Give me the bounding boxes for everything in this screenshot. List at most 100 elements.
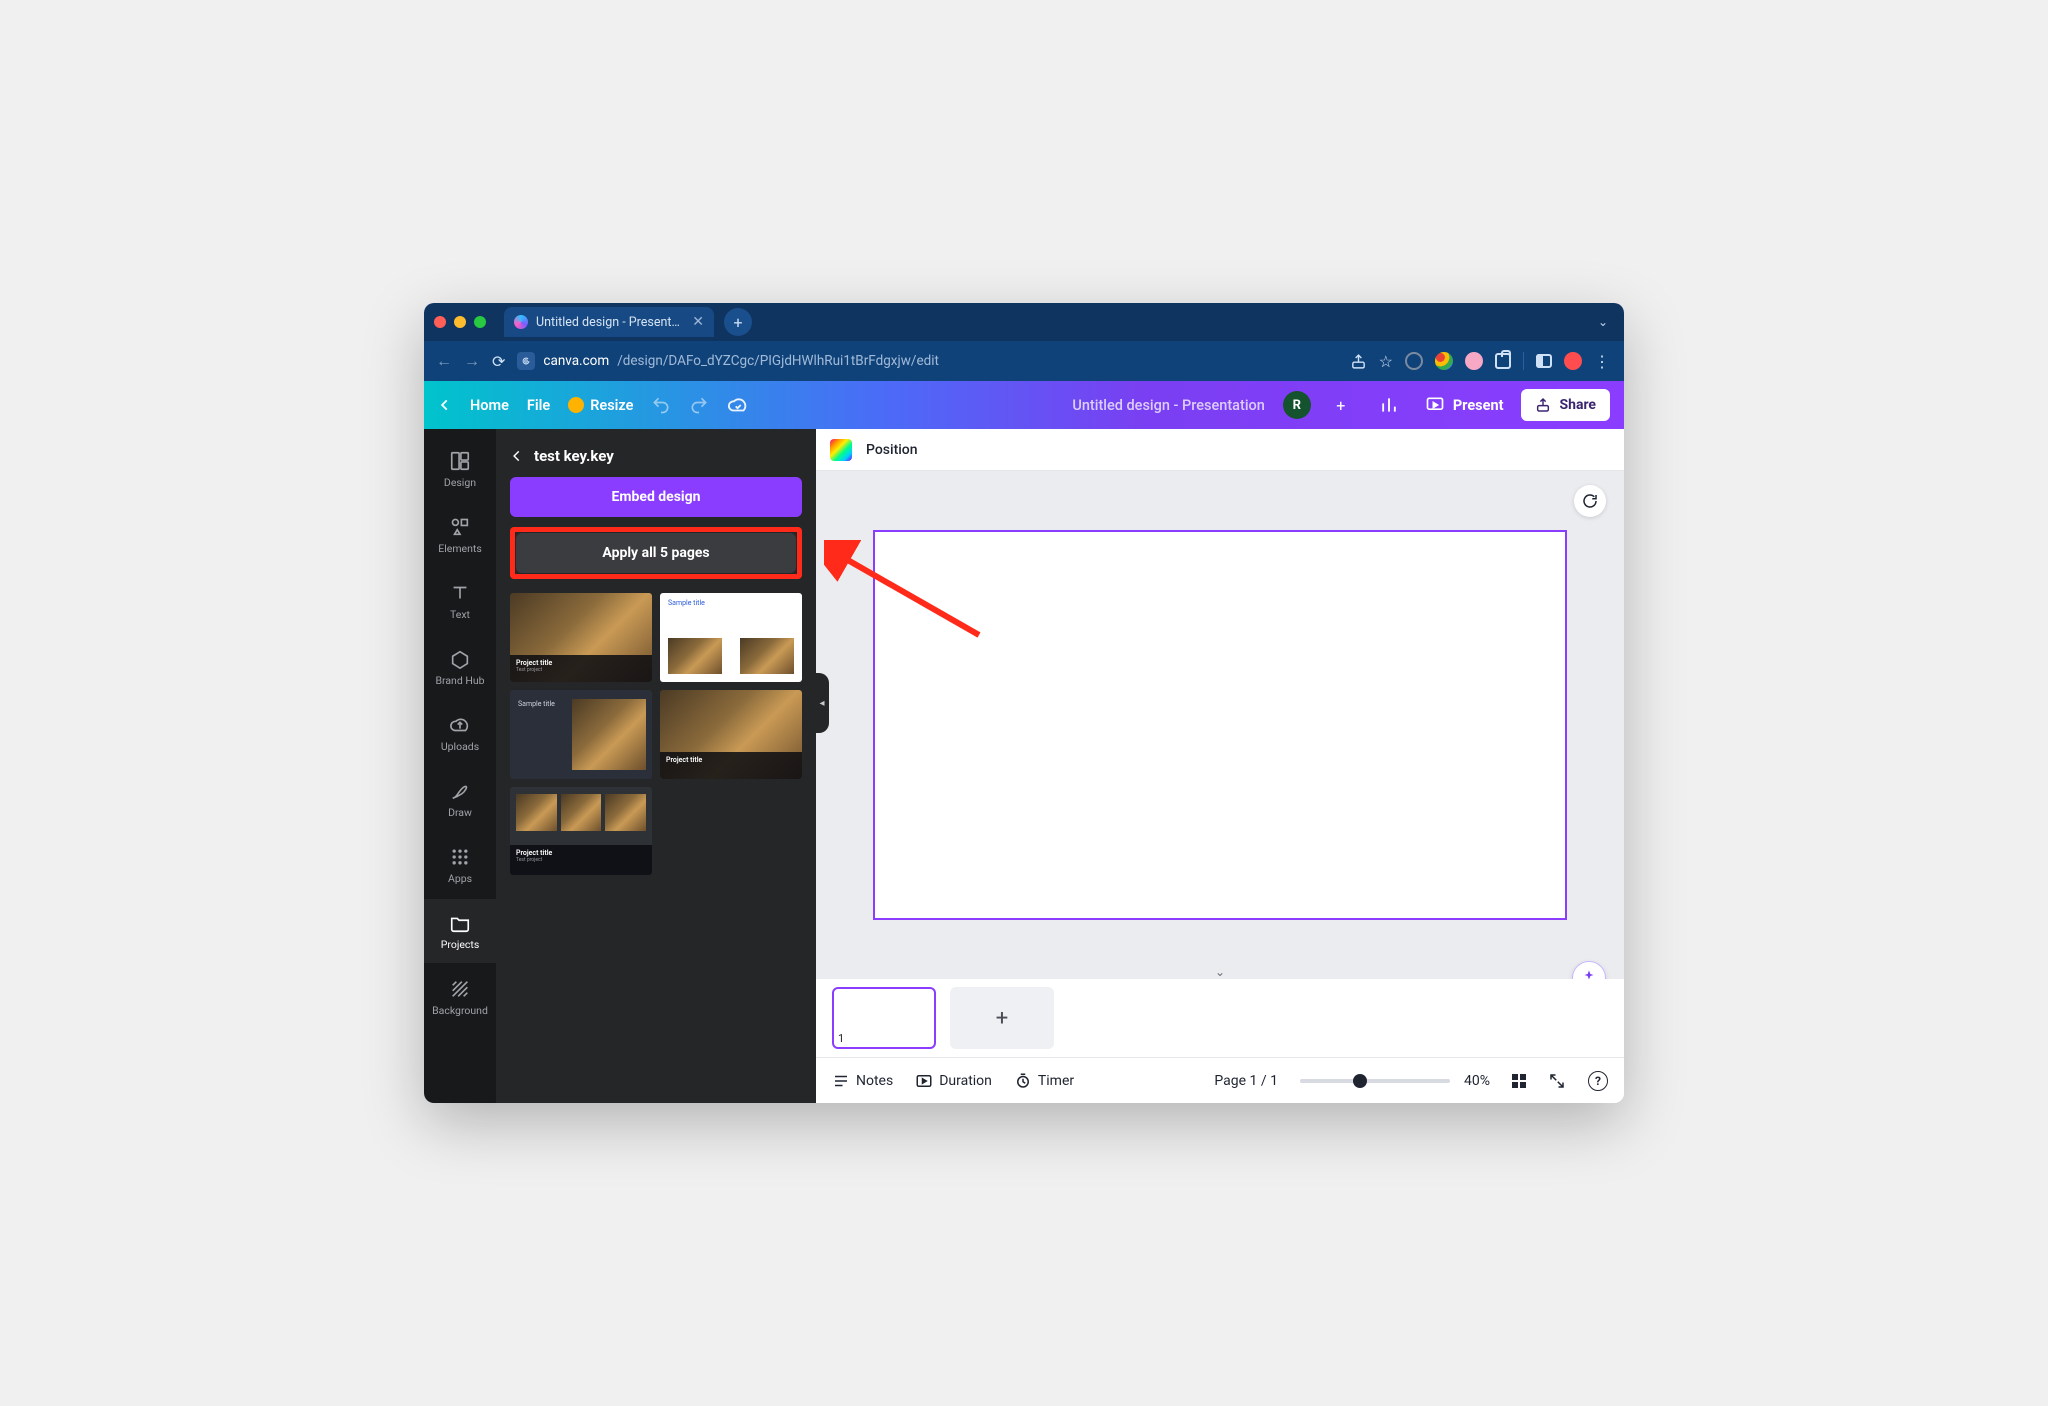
rail-uploads[interactable]: Uploads xyxy=(424,701,496,765)
extension-a-icon[interactable] xyxy=(1435,352,1453,370)
site-info-icon[interactable] xyxy=(517,352,535,370)
home-button[interactable]: Home xyxy=(470,397,509,414)
import-thumb-4[interactable]: Project title xyxy=(660,690,802,779)
extensions-puzzle-icon[interactable] xyxy=(1495,353,1511,369)
embed-design-button[interactable]: Embed design xyxy=(510,477,802,517)
tab-list-chevron-icon[interactable]: ⌄ xyxy=(1598,315,1608,329)
share-page-icon[interactable] xyxy=(1350,353,1367,370)
position-button[interactable]: Position xyxy=(866,442,918,458)
draw-icon xyxy=(449,780,471,802)
rail-text[interactable]: Text xyxy=(424,569,496,633)
back-chevron-icon[interactable] xyxy=(438,398,452,412)
import-thumb-3[interactable]: Sample title xyxy=(510,690,652,779)
zoom-slider[interactable] xyxy=(1300,1079,1450,1083)
share-button[interactable]: Share xyxy=(1521,389,1610,421)
rail-brand-hub-label: Brand Hub xyxy=(435,674,484,687)
add-page-button[interactable]: + xyxy=(950,987,1054,1049)
thumb-title: Project title xyxy=(516,849,646,857)
collapse-panel-handle[interactable]: ◂ xyxy=(815,673,829,733)
resize-button[interactable]: Resize xyxy=(568,397,633,414)
side-panel: test key.key Embed design Apply all 5 pa… xyxy=(496,429,816,1103)
thumb-subtitle: Test project xyxy=(516,667,646,673)
canvas-stage[interactable]: ⌄ xyxy=(816,471,1624,979)
import-thumb-1[interactable]: Project title Test project xyxy=(510,593,652,682)
nav-reload-icon[interactable]: ⟳ xyxy=(492,352,505,371)
moon-icon[interactable] xyxy=(1405,352,1423,370)
main-area: Design Elements Text Brand Hub xyxy=(424,429,1624,1103)
timer-button[interactable]: Timer xyxy=(1014,1072,1074,1090)
expand-filmstrip-chevron-icon[interactable]: ⌄ xyxy=(1200,965,1240,979)
filmstrip: 1 + xyxy=(816,979,1624,1057)
app-toolbar: Home File Resize Untitled design - Prese… xyxy=(424,381,1624,429)
brand-hub-icon xyxy=(449,648,471,670)
projects-icon xyxy=(449,912,471,934)
rail-brand-hub[interactable]: Brand Hub xyxy=(424,635,496,699)
rail-design[interactable]: Design xyxy=(424,437,496,501)
file-menu[interactable]: File xyxy=(527,397,550,414)
rail-elements[interactable]: Elements xyxy=(424,503,496,567)
redo-icon[interactable] xyxy=(689,395,709,415)
close-tab-icon[interactable]: ✕ xyxy=(692,314,704,330)
magic-assist-icon[interactable] xyxy=(1572,961,1606,979)
annotation-highlight: Apply all 5 pages xyxy=(510,527,802,579)
tab-title: Untitled design - Presentation xyxy=(536,315,684,330)
thumb-subtitle: Test project xyxy=(516,857,646,863)
slide-canvas[interactable] xyxy=(873,530,1568,921)
fullscreen-icon[interactable] xyxy=(1548,1072,1566,1090)
nav-forward-icon[interactable]: → xyxy=(464,351,480,371)
present-button[interactable]: Present xyxy=(1425,395,1504,415)
duration-button[interactable]: Duration xyxy=(915,1072,992,1090)
url-domain: canva.com xyxy=(543,353,609,369)
thumb-title: Project title xyxy=(666,756,796,764)
import-thumb-2[interactable]: Sample title xyxy=(660,593,802,682)
new-tab-button[interactable]: + xyxy=(724,308,752,336)
panel-back-chevron-icon[interactable] xyxy=(510,449,524,463)
apply-all-pages-button[interactable]: Apply all 5 pages xyxy=(516,533,796,573)
page-actions-icon[interactable] xyxy=(1574,485,1606,517)
address-bar[interactable]: canva.com/design/DAFo_dYZCgc/PIGjdHWlhRu… xyxy=(517,352,1337,370)
panel-header[interactable]: test key.key xyxy=(510,441,802,467)
bookmark-star-icon[interactable]: ☆ xyxy=(1379,352,1393,371)
add-collaborator-icon[interactable]: + xyxy=(1329,393,1353,417)
close-window-icon[interactable] xyxy=(434,316,446,328)
fullscreen-window-icon[interactable] xyxy=(474,316,486,328)
elements-icon xyxy=(449,516,471,538)
rail-text-label: Text xyxy=(450,608,470,621)
context-toolbar: Position xyxy=(816,429,1624,471)
browser-action-icons: ☆ ⋮ xyxy=(1350,352,1612,371)
filmstrip-page-1[interactable]: 1 xyxy=(832,987,936,1049)
browser-window: Untitled design - Presentation ✕ + ⌄ ← →… xyxy=(424,303,1624,1103)
crown-pro-icon xyxy=(568,397,584,413)
undo-icon[interactable] xyxy=(651,395,671,415)
grid-view-icon[interactable] xyxy=(1512,1074,1526,1088)
rail-background[interactable]: Background xyxy=(424,965,496,1029)
side-panel-icon[interactable] xyxy=(1536,354,1552,368)
thumb-title: Sample title xyxy=(518,700,555,708)
present-label: Present xyxy=(1453,397,1504,414)
document-title[interactable]: Untitled design - Presentation xyxy=(1072,397,1264,414)
browser-menu-icon[interactable]: ⋮ xyxy=(1594,352,1612,371)
zoom-value[interactable]: 40% xyxy=(1464,1073,1490,1089)
thumb-title: Project title xyxy=(516,659,646,667)
rail-uploads-label: Uploads xyxy=(441,740,479,753)
text-icon xyxy=(449,582,471,604)
account-avatar-icon[interactable] xyxy=(1564,352,1582,370)
notes-button[interactable]: Notes xyxy=(832,1072,893,1090)
color-picker-icon[interactable] xyxy=(830,439,852,461)
rail-apps[interactable]: Apps xyxy=(424,833,496,897)
url-path: /design/DAFo_dYZCgc/PIGjdHWlhRui1tBrFdgx… xyxy=(617,353,939,369)
apps-icon xyxy=(450,846,470,868)
rail-projects[interactable]: Projects xyxy=(424,899,496,963)
extension-b-icon[interactable] xyxy=(1465,352,1483,370)
rail-apps-label: Apps xyxy=(448,872,472,885)
browser-tab[interactable]: Untitled design - Presentation ✕ xyxy=(504,307,714,337)
rail-draw[interactable]: Draw xyxy=(424,767,496,831)
nav-back-icon[interactable]: ← xyxy=(436,351,452,371)
user-avatar[interactable]: R xyxy=(1283,391,1311,419)
minimize-window-icon[interactable] xyxy=(454,316,466,328)
cloud-sync-icon[interactable] xyxy=(727,394,749,416)
import-thumb-5[interactable]: Project title Test project xyxy=(510,787,652,876)
background-icon xyxy=(449,978,471,1000)
help-icon[interactable]: ? xyxy=(1588,1071,1608,1091)
analytics-icon[interactable] xyxy=(1371,387,1407,423)
